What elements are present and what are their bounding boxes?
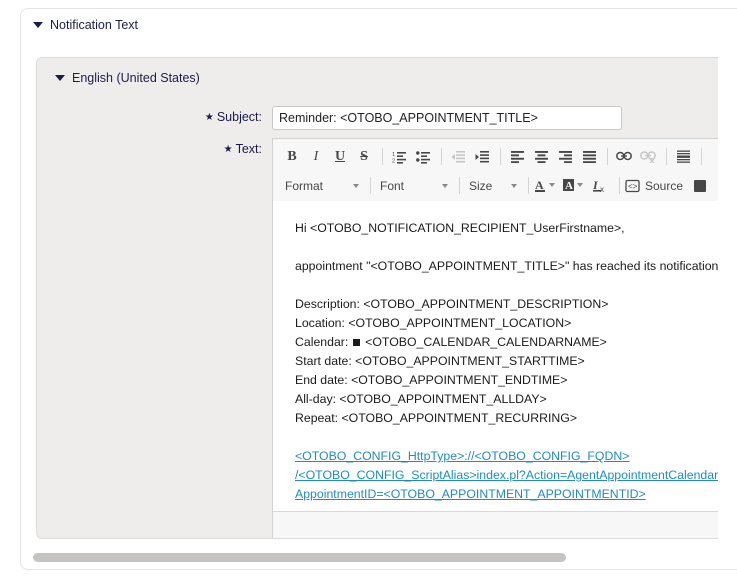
language-panel-english-united-states: English (United States) ★Subject: ★Text:… [36, 57, 718, 539]
maximize-icon[interactable] [689, 175, 711, 197]
subject-input[interactable] [272, 106, 622, 130]
text-color-icon[interactable]: A [534, 175, 560, 197]
format-dropdown[interactable]: Format [281, 175, 365, 197]
notification-text-widget: Notification Text English (United States… [20, 8, 737, 570]
editor-line-start-date: Start date: <OTOBO_APPOINTMENT_STARTTIME… [295, 352, 718, 371]
toolbar-separator [382, 148, 383, 165]
numbered-list-button[interactable]: 12 [388, 146, 410, 168]
svg-text:<>: <> [628, 182, 638, 191]
underline-button[interactable]: U [329, 146, 351, 168]
align-right-button[interactable] [554, 146, 576, 168]
editor-link-block[interactable]: <OTOBO_CONFIG_HttpType>://<OTOBO_CONFIG_… [295, 447, 718, 504]
editor-line-end-date: End date: <OTOBO_APPOINTMENT_ENDTIME> [295, 371, 718, 390]
page-title: Notification Text [50, 18, 138, 33]
editor-content-area[interactable]: Hi <OTOBO_NOTIFICATION_RECIPIENT_UserFir… [273, 201, 718, 513]
horizontal-scrollbar[interactable] [33, 553, 733, 562]
editor-link-line-3[interactable]: AppointmentID=<OTOBO_APPOINTMENT_APPOINT… [295, 485, 718, 504]
editor-greeting: Hi <OTOBO_NOTIFICATION_RECIPIENT_UserFir… [295, 219, 718, 238]
language-panel-title: English (United States) [72, 71, 200, 85]
toolbar-separator [607, 148, 608, 165]
editor-link-line-1[interactable]: <OTOBO_CONFIG_HttpType>://<OTOBO_CONFIG_… [295, 447, 718, 466]
triangle-down-icon[interactable] [55, 75, 65, 81]
editor-toolbar: B I U S 12 [273, 139, 718, 203]
subject-label: ★Subject: [37, 106, 272, 130]
editor-link-line-2[interactable]: /<OTOBO_CONFIG_ScriptAlias>index.pl?Acti… [295, 466, 718, 485]
toolbar-separator [528, 177, 529, 194]
align-left-button[interactable] [506, 146, 528, 168]
editor-line-description: Description: <OTOBO_APPOINTMENT_DESCRIPT… [295, 295, 718, 314]
size-dropdown-label: Size [465, 179, 511, 193]
editor-toolbar-row-2: Format Font Size [273, 171, 718, 200]
rich-text-editor: B I U S 12 [272, 138, 718, 539]
required-marker: ★ [224, 144, 233, 155]
svg-text:I: I [593, 178, 599, 192]
required-marker: ★ [205, 112, 214, 123]
remove-format-icon[interactable]: Ix [590, 175, 612, 197]
source-button[interactable]: <> Source [625, 175, 683, 197]
chevron-down-icon [353, 184, 359, 188]
italic-button[interactable]: I [305, 146, 327, 168]
subject-label-text: Subject: [217, 110, 262, 124]
svg-text:1: 1 [392, 152, 395, 158]
chevron-down-icon [442, 184, 448, 188]
horizontal-scrollbar-thumb[interactable] [33, 553, 566, 562]
bold-button[interactable]: B [281, 146, 303, 168]
svg-text:A: A [565, 180, 573, 192]
calendar-color-swatch-icon [353, 339, 360, 346]
text-label: ★Text: [37, 138, 272, 539]
align-center-button[interactable] [530, 146, 552, 168]
unlink-icon [637, 146, 659, 168]
editor-detail-block: Description: <OTOBO_APPOINTMENT_DESCRIPT… [295, 295, 718, 428]
toolbar-separator [500, 148, 501, 165]
align-justify-button[interactable] [578, 146, 600, 168]
text-row: ★Text: B I U S 12 [37, 138, 718, 539]
increase-indent-button[interactable] [471, 146, 493, 168]
language-panel-header[interactable]: English (United States) [37, 58, 718, 85]
blockquote-icon[interactable] [672, 146, 694, 168]
strikethrough-button[interactable]: S [353, 146, 375, 168]
subject-row: ★Subject: [37, 106, 718, 130]
decrease-indent-button [447, 146, 469, 168]
source-button-label: Source [645, 179, 683, 193]
toolbar-separator [370, 177, 371, 194]
editor-toolbar-row-1: B I U S 12 [273, 142, 718, 171]
calendar-prefix: Calendar: [295, 335, 348, 349]
notification-text-header[interactable]: Notification Text [21, 9, 737, 43]
size-dropdown[interactable]: Size [465, 175, 523, 197]
triangle-down-icon[interactable] [33, 22, 43, 28]
editor-line-all-day: All-day: <OTOBO_APPOINTMENT_ALLDAY> [295, 390, 718, 409]
editor-line-repeat: Repeat: <OTOBO_APPOINTMENT_RECURRING> [295, 409, 718, 428]
editor-intro: appointment "<OTOBO_APPOINTMENT_TITLE>" … [295, 257, 718, 276]
bulleted-list-button[interactable] [412, 146, 434, 168]
toolbar-separator [619, 177, 620, 194]
background-color-icon[interactable]: A [562, 175, 588, 197]
editor-line-calendar: Calendar: <OTOBO_CALENDAR_CALENDARNAME> [295, 333, 718, 352]
text-label-text: Text: [236, 142, 262, 156]
svg-text:x: x [600, 185, 604, 193]
editor-status-bar [273, 511, 718, 539]
source-code-icon: <> [625, 179, 640, 193]
toolbar-separator [701, 148, 702, 165]
calendar-value: <OTOBO_CALENDAR_CALENDARNAME> [365, 335, 607, 349]
toolbar-separator [459, 177, 460, 194]
editor-line-location: Location: <OTOBO_APPOINTMENT_LOCATION> [295, 314, 718, 333]
svg-text:2: 2 [392, 158, 395, 164]
svg-text:A: A [535, 178, 544, 192]
format-dropdown-label: Format [281, 179, 353, 193]
font-dropdown-label: Font [376, 179, 442, 193]
link-icon[interactable] [613, 146, 635, 168]
font-dropdown[interactable]: Font [376, 175, 454, 197]
toolbar-separator [441, 148, 442, 165]
chevron-down-icon [511, 184, 517, 188]
toolbar-separator [666, 148, 667, 165]
